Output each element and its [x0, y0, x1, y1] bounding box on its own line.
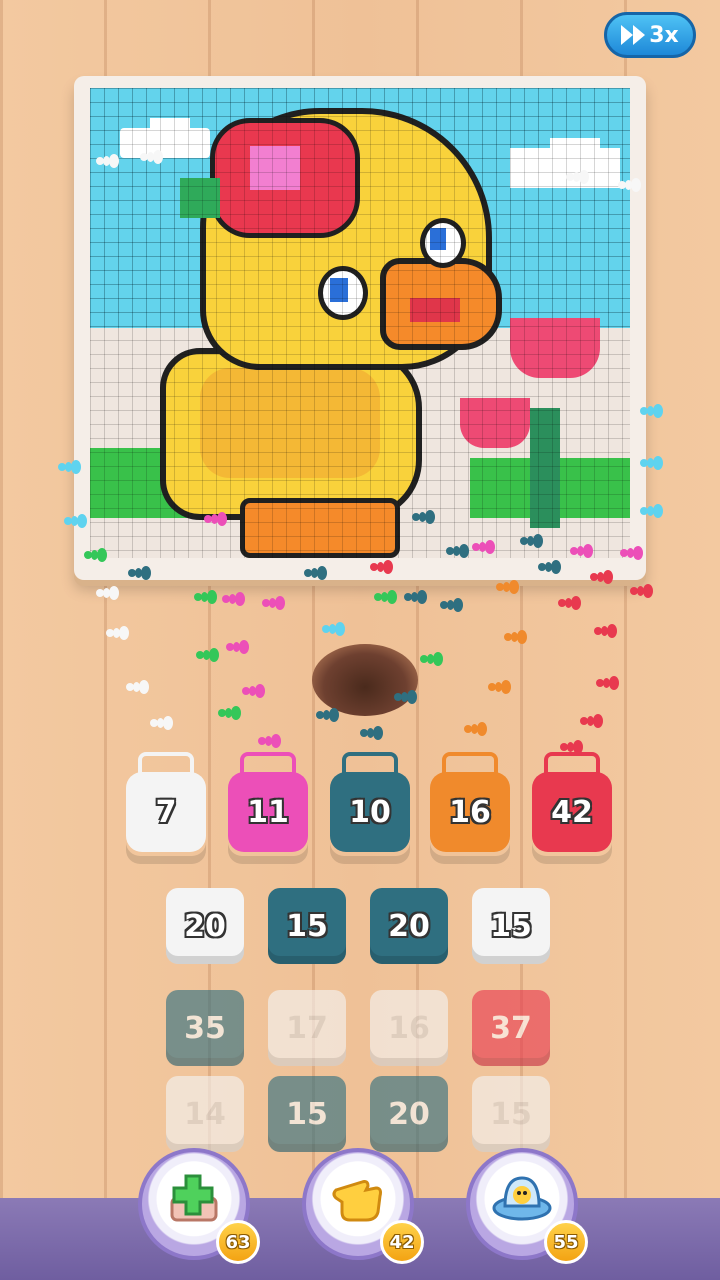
fast-forward-icon: [621, 25, 646, 45]
jar-count: 10: [330, 772, 410, 852]
add-slot-count: 63: [216, 1220, 260, 1264]
hand-icon: [328, 1168, 388, 1240]
ant-tile[interactable]: 20: [370, 888, 448, 964]
ant-tile[interactable]: 15: [472, 888, 550, 964]
speed-toggle-button[interactable]: 3x: [604, 12, 696, 58]
hand-count: 42: [380, 1220, 424, 1264]
ant-tile[interactable]: 15: [268, 888, 346, 964]
ant-tile: 17: [268, 990, 346, 1066]
ufo-icon: [491, 1168, 553, 1240]
jar-red[interactable]: 42: [532, 752, 612, 856]
speed-label: 3x: [649, 22, 679, 48]
jar-teal[interactable]: 10: [330, 752, 410, 856]
jar-count: 7: [126, 772, 206, 852]
ant-tile: 37: [472, 990, 550, 1066]
ant-tile: 16: [370, 990, 448, 1066]
jar-count: 16: [430, 772, 510, 852]
ant-tile: 15: [472, 1076, 550, 1152]
jar-orange[interactable]: 16: [430, 752, 510, 856]
ant-tile: 15: [268, 1076, 346, 1152]
ant-tile: 35: [166, 990, 244, 1066]
ant-tile: 14: [166, 1076, 244, 1152]
ufo-count: 55: [544, 1220, 588, 1264]
jar-pink[interactable]: 11: [228, 752, 308, 856]
jar-white[interactable]: 7: [126, 752, 206, 856]
jar-count: 11: [228, 772, 308, 852]
pixel-art-puzzle: [90, 88, 630, 558]
ant-hole: [312, 644, 418, 716]
ant-tile[interactable]: 20: [166, 888, 244, 964]
jar-count: 42: [532, 772, 612, 852]
ant-tile: 20: [370, 1076, 448, 1152]
plus-icon: [166, 1170, 222, 1238]
